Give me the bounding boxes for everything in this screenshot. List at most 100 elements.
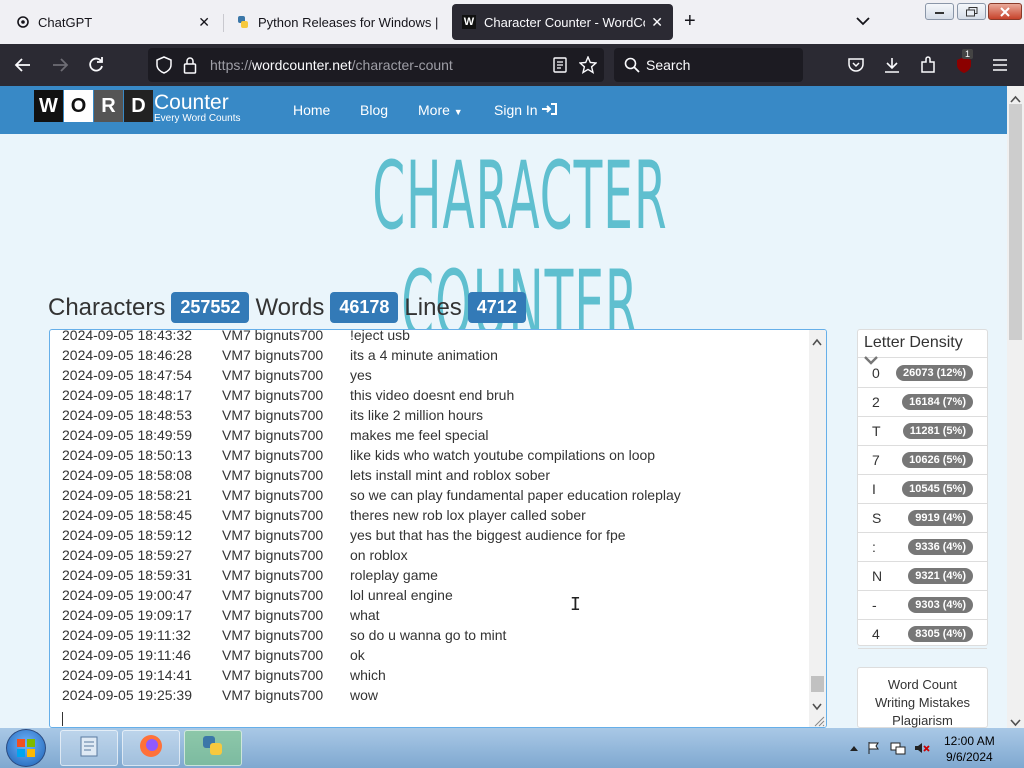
flag-icon[interactable]	[866, 740, 882, 756]
line-user: VM7 bignuts700	[222, 329, 324, 343]
letter-density-header[interactable]: Letter Density	[858, 330, 987, 365]
density-count-badge: 9303 (4%)	[908, 597, 973, 613]
lines-label: Lines	[404, 293, 462, 321]
link-writing-mistakes[interactable]: Writing Mistakes	[858, 694, 987, 712]
line-user: VM7 bignuts700	[222, 647, 324, 663]
extension-badge: 1	[962, 49, 974, 59]
tab-chatgpt[interactable]: ChatGPT ✕	[6, 4, 220, 40]
tab-label: Character Counter - WordCounter	[484, 14, 645, 30]
line-timestamp: 2024-09-05 18:59:12	[62, 527, 192, 543]
pocket-icon[interactable]	[846, 55, 866, 75]
restore-button[interactable]	[957, 3, 986, 20]
tab-bar: ChatGPT ✕ Python Releases for Windows | …	[0, 0, 1024, 44]
system-clock[interactable]: 12:00 AM 9/6/2024	[944, 733, 995, 765]
volume-muted-icon[interactable]	[914, 740, 930, 756]
chevron-down-icon[interactable]	[856, 13, 870, 31]
line-user: VM7 bignuts700	[222, 527, 324, 543]
editor-line: 2024-09-05 18:50:13 VM7 bignuts700 like ki…	[62, 445, 681, 465]
download-icon[interactable]	[882, 55, 902, 75]
url-host: wordcounter.net	[252, 57, 352, 73]
editor-line: 2024-09-05 18:48:17 VM7 bignuts700 this vi…	[62, 385, 681, 405]
editor-line: 2024-09-05 19:09:17 VM7 bignuts700 what	[62, 605, 681, 625]
density-row: 4 8305 (4%)	[858, 620, 987, 649]
line-message: makes me feel special	[350, 427, 489, 443]
close-icon[interactable]: ✕	[651, 14, 663, 31]
line-timestamp: 2024-09-05 18:58:21	[62, 487, 192, 503]
tab-character-counter[interactable]: W Character Counter - WordCounter ✕	[452, 4, 673, 40]
back-arrow-icon[interactable]	[13, 55, 33, 75]
page-scroll-thumb[interactable]	[1009, 104, 1022, 340]
firefox-icon	[138, 733, 164, 764]
network-icon[interactable]	[890, 740, 906, 756]
close-icon[interactable]: ✕	[198, 14, 210, 31]
taskbar-notepad[interactable]	[60, 730, 118, 766]
nav-home[interactable]: Home	[293, 102, 330, 118]
python-icon	[236, 15, 250, 29]
python-installer-icon	[200, 733, 226, 764]
logo-text[interactable]: Counter Every Word Counts	[154, 92, 241, 124]
editor-line: 2024-09-05 18:47:54 VM7 bignuts700 yes	[62, 365, 681, 385]
editor-line: 2024-09-05 18:58:21 VM7 bignuts700 so we c…	[62, 485, 681, 505]
line-user: VM7 bignuts700	[222, 387, 324, 403]
link-word-count[interactable]: Word Count	[858, 676, 987, 694]
logo-letter: O	[64, 90, 93, 122]
bookmark-star-icon[interactable]	[578, 55, 598, 75]
editor-line: 2024-09-05 18:43:32 VM7 bignuts700 !eject …	[62, 329, 681, 345]
line-message: yes	[350, 367, 372, 383]
shield-icon[interactable]	[154, 55, 174, 75]
tab-separator	[223, 14, 224, 32]
density-row: : 9336 (4%)	[858, 533, 987, 562]
reload-icon[interactable]	[86, 55, 106, 75]
line-message: its a 4 minute animation	[350, 347, 498, 363]
resize-handle-icon[interactable]	[813, 714, 825, 727]
density-row: 0 26073 (12%)	[858, 359, 987, 388]
line-timestamp: 2024-09-05 18:48:53	[62, 407, 192, 423]
line-user: VM7 bignuts700	[222, 687, 324, 703]
reader-view-icon[interactable]	[550, 55, 570, 75]
page-scrollbar[interactable]	[1007, 86, 1024, 728]
stats-bar: Characters 257552 Words 46178 Lines 4712	[48, 292, 532, 323]
letter-density-title: Letter Density	[864, 334, 963, 351]
tab-label: Python Releases for Windows | Python	[258, 14, 438, 30]
editor-scroll-thumb[interactable]	[811, 676, 824, 692]
tab-python-releases[interactable]: Python Releases for Windows | Python	[226, 4, 448, 40]
show-hidden-icons-icon[interactable]	[846, 740, 862, 756]
text-editor[interactable]: 2024-09-05 18:43:32 VM7 bignuts700 !eject …	[49, 329, 827, 728]
logo-letter: D	[124, 90, 153, 122]
line-user: VM7 bignuts700	[222, 567, 324, 583]
density-char: S	[872, 510, 882, 526]
line-timestamp: 2024-09-05 18:59:31	[62, 567, 192, 583]
editor-line: 2024-09-05 18:48:53 VM7 bignuts700 its lik…	[62, 405, 681, 425]
logo-letter: R	[94, 90, 123, 122]
text-cursor-icon: I	[570, 594, 581, 615]
density-char: 0	[872, 365, 880, 381]
words-label: Words	[255, 293, 325, 321]
editor-line: 2024-09-05 19:14:41 VM7 bignuts700 which	[62, 665, 681, 685]
taskbar-firefox[interactable]	[122, 730, 180, 766]
ublock-icon[interactable]: 1	[954, 49, 974, 75]
window-close-button[interactable]	[988, 3, 1022, 20]
search-input[interactable]: Search	[614, 48, 803, 82]
minimize-button[interactable]	[925, 3, 954, 20]
menu-icon[interactable]	[990, 55, 1010, 75]
line-message: !eject usb	[350, 329, 410, 343]
line-user: VM7 bignuts700	[222, 667, 324, 683]
extensions-icon[interactable]	[918, 55, 938, 75]
windows-start-button[interactable]	[6, 729, 46, 767]
nav-blog[interactable]: Blog	[360, 102, 388, 118]
lock-icon[interactable]	[180, 55, 200, 75]
taskbar-python-installer[interactable]	[184, 730, 242, 766]
line-message: yes but that has the biggest audience fo…	[350, 527, 626, 543]
line-user: VM7 bignuts700	[222, 367, 324, 383]
forward-arrow-icon[interactable]	[50, 55, 70, 75]
nav-signin[interactable]: Sign In	[494, 102, 558, 118]
editor-scrollbar[interactable]	[809, 330, 826, 727]
site-logo[interactable]: W O R D	[34, 90, 154, 122]
site-navbar: W O R D Counter Every Word Counts Home B…	[0, 86, 1007, 134]
nav-more[interactable]: More ▼	[418, 102, 463, 118]
line-timestamp: 2024-09-05 18:47:54	[62, 367, 192, 383]
scroll-up-icon[interactable]	[812, 333, 822, 351]
line-timestamp: 2024-09-05 18:50:13	[62, 447, 192, 463]
new-tab-button[interactable]: +	[684, 10, 696, 32]
url-bar[interactable]: https://wordcounter.net/character-count	[148, 48, 604, 82]
